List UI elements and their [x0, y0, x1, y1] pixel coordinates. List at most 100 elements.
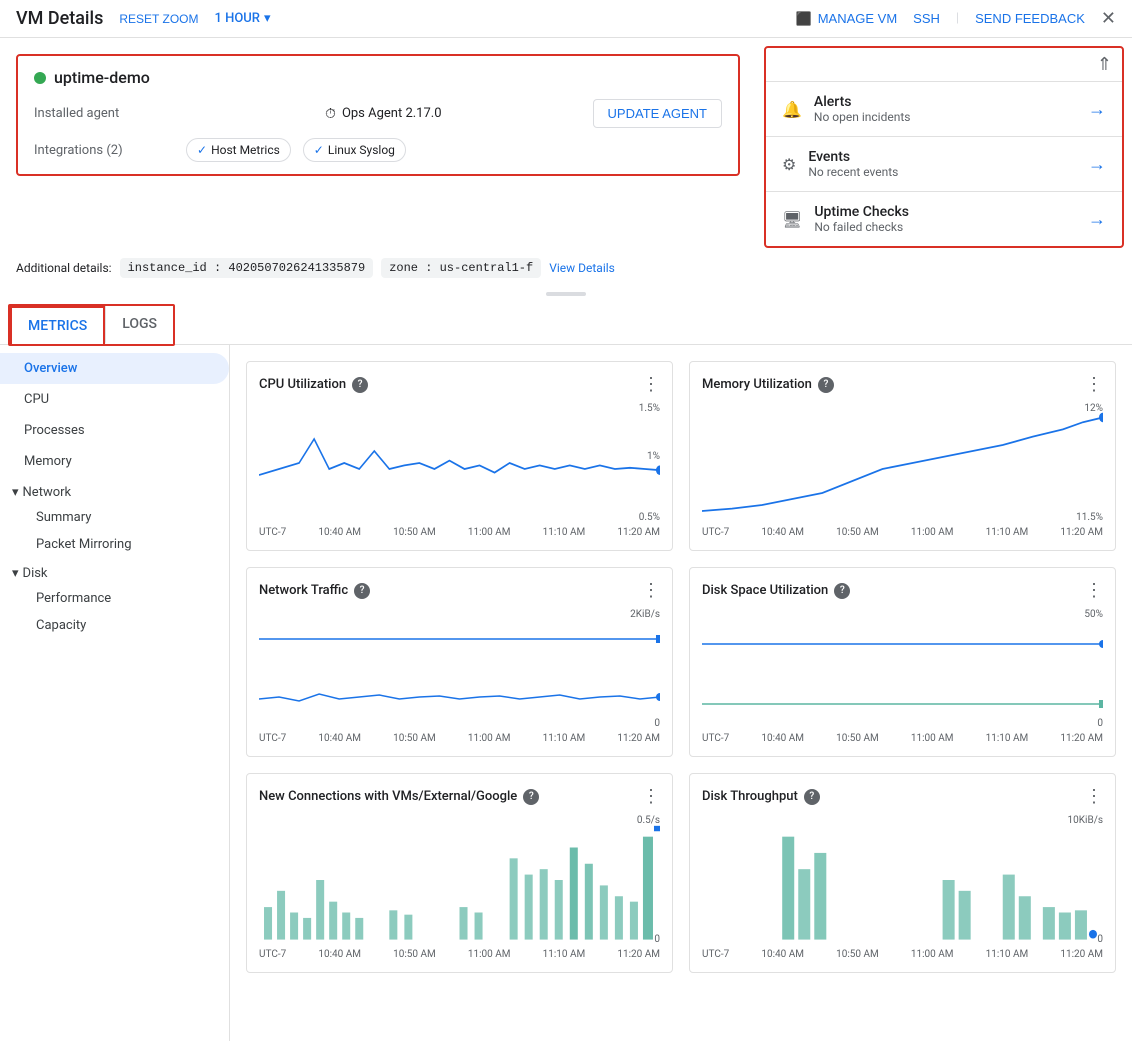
tab-metrics[interactable]: METRICS	[10, 306, 105, 344]
memory-help-icon[interactable]: ?	[818, 377, 834, 393]
resize-handle[interactable]	[546, 292, 586, 296]
status-dot	[34, 72, 46, 84]
chart-network-traffic: Network Traffic ? ⋮ 2KiB/s 0	[246, 567, 673, 757]
sidebar-group-disk[interactable]: ▾ Disk	[0, 558, 229, 585]
network-chart-svg	[259, 609, 660, 729]
alerts-title: Alerts	[814, 94, 911, 110]
agent-info: ⏱ Ops Agent 2.17.0	[325, 106, 442, 122]
tab-logs[interactable]: LOGS	[105, 306, 173, 344]
network-more-button[interactable]: ⋮	[642, 580, 660, 601]
time-selector[interactable]: 1 HOUR ▾	[215, 11, 271, 26]
check-icon-2: ✓	[314, 143, 324, 157]
sidebar-item-overview[interactable]: Overview	[0, 353, 229, 384]
connections-chart-area: 0.5/s 0	[259, 815, 660, 945]
memory-chart-area: 12% 11.5%	[702, 403, 1103, 523]
uptime-arrow[interactable]: →	[1088, 209, 1106, 230]
chevron-down-icon: ▾	[264, 11, 271, 26]
events-arrow[interactable]: →	[1088, 154, 1106, 175]
expand-icon-network: ▾	[12, 485, 19, 500]
instance-id-chip: instance_id : 4020507026241335879	[120, 258, 374, 278]
sidebar-subitem-summary[interactable]: Summary	[0, 504, 229, 531]
cpu-y-bot: 0.5%	[639, 512, 660, 523]
cpu-help-icon[interactable]: ?	[352, 377, 368, 393]
disk-more-button[interactable]: ⋮	[1085, 580, 1103, 601]
page-title: VM Details	[16, 8, 103, 29]
sidebar-subitem-capacity[interactable]: Capacity	[0, 612, 229, 639]
ssh-button[interactable]: SSH	[913, 11, 940, 26]
agent-row: Installed agent ⏱ Ops Agent 2.17.0 UPDAT…	[34, 99, 722, 128]
view-details-link[interactable]: View Details	[549, 261, 615, 275]
chart-disk-throughput: Disk Throughput ? ⋮ 10KiB/s 0	[689, 773, 1116, 973]
cpu-chart-svg	[259, 403, 660, 523]
network-chart-labels: UTC-710:40 AM10:50 AM11:00 AM11:10 AM11:…	[259, 733, 660, 744]
chart-disk-space: Disk Space Utilization ? ⋮ 50% 0	[689, 567, 1116, 757]
reset-zoom-button[interactable]: RESET ZOOM	[119, 12, 198, 26]
cpu-y-top: 1.5%	[639, 403, 660, 414]
sidebar-subitem-performance[interactable]: Performance	[0, 585, 229, 612]
send-feedback-button[interactable]: SEND FEEDBACK	[975, 11, 1085, 26]
network-chart-area: 2KiB/s 0	[259, 609, 660, 729]
throughput-help-icon[interactable]: ?	[804, 789, 820, 805]
throughput-y-bot: 0	[1097, 934, 1103, 945]
events-subtitle: No recent events	[808, 165, 898, 179]
chart-memory-title: Memory Utilization	[702, 377, 812, 392]
connections-help-icon[interactable]: ?	[523, 789, 539, 805]
integration-label-syslog: Linux Syslog	[328, 143, 395, 157]
vm-icon: ⬛	[796, 11, 812, 27]
right-panel-header: ⇑	[766, 48, 1122, 81]
events-item[interactable]: ⚙ Events No recent events →	[766, 136, 1122, 191]
alerts-item[interactable]: 🔔 Alerts No open incidents →	[766, 81, 1122, 136]
cpu-chart-labels: UTC-710:40 AM10:50 AM11:00 AM11:10 AM11:…	[259, 527, 660, 538]
disk-y-top: 50%	[1084, 609, 1103, 620]
top-section: uptime-demo Installed agent ⏱ Ops Agent …	[0, 38, 1132, 248]
integrations-row: Integrations (2) ✓ Host Metrics ✓ Linux …	[34, 138, 722, 162]
chart-throughput-title: Disk Throughput	[702, 789, 798, 804]
sidebar-item-processes[interactable]: Processes	[0, 415, 229, 446]
vm-name-row: uptime-demo	[34, 68, 722, 87]
chart-disk-title: Disk Space Utilization	[702, 583, 828, 598]
top-bar-left: VM Details RESET ZOOM 1 HOUR ▾	[16, 8, 271, 29]
right-panel: ⇑ 🔔 Alerts No open incidents → ⚙ Events …	[764, 46, 1124, 248]
integrations-label: Integrations (2)	[34, 143, 174, 158]
memory-y-top: 12%	[1084, 403, 1103, 414]
connections-y-bot: 0	[654, 934, 660, 945]
disk-chart-area: 50% 0	[702, 609, 1103, 729]
additional-label: Additional details:	[16, 261, 112, 275]
cpu-more-button[interactable]: ⋮	[642, 374, 660, 395]
throughput-y-top: 10KiB/s	[1068, 815, 1103, 826]
chart-cpu-title: CPU Utilization	[259, 377, 346, 392]
sidebar-group-network[interactable]: ▾ Network	[0, 477, 229, 504]
sidebar: Overview CPU Processes Memory ▾ Network …	[0, 345, 230, 1041]
disk-help-icon[interactable]: ?	[834, 583, 850, 599]
sidebar-subitem-packet-mirroring[interactable]: Packet Mirroring	[0, 531, 229, 558]
vm-name: uptime-demo	[54, 68, 150, 87]
top-bar: VM Details RESET ZOOM 1 HOUR ▾ ⬛ MANAGE …	[0, 0, 1132, 38]
sidebar-item-cpu[interactable]: CPU	[0, 384, 229, 415]
gear-icon: ⚙	[782, 155, 796, 174]
update-agent-button[interactable]: UPDATE AGENT	[593, 99, 722, 128]
memory-more-button[interactable]: ⋮	[1085, 374, 1103, 395]
throughput-more-button[interactable]: ⋮	[1085, 786, 1103, 807]
sidebar-item-memory[interactable]: Memory	[0, 446, 229, 477]
alerts-arrow[interactable]: →	[1088, 99, 1106, 120]
manage-vm-button[interactable]: ⬛ MANAGE VM	[796, 11, 898, 27]
monitor-icon: 🖥	[782, 210, 802, 229]
bell-icon: 🔔	[782, 100, 802, 119]
disk-chart-labels: UTC-710:40 AM10:50 AM11:00 AM11:10 AM11:…	[702, 733, 1103, 744]
charts-area: CPU Utilization ? ⋮ 1.5% 1% 0.5% UTC-710…	[230, 345, 1132, 1041]
integration-label-host: Host Metrics	[211, 143, 280, 157]
network-help-icon[interactable]: ?	[354, 583, 370, 599]
chart-network-title: Network Traffic	[259, 583, 348, 598]
close-button[interactable]: ✕	[1101, 8, 1116, 29]
content-area: Overview CPU Processes Memory ▾ Network …	[0, 345, 1132, 1041]
connections-more-button[interactable]: ⋮	[642, 786, 660, 807]
throughput-chart-svg	[702, 815, 1103, 945]
disk-chart-svg	[702, 609, 1103, 729]
network-y-bot: 0	[654, 718, 660, 729]
throughput-chart-labels: UTC-710:40 AM10:50 AM11:00 AM11:10 AM11:…	[702, 949, 1103, 960]
uptime-subtitle: No failed checks	[814, 220, 909, 234]
uptime-checks-item[interactable]: 🖥 Uptime Checks No failed checks →	[766, 191, 1122, 246]
agent-label: Installed agent	[34, 106, 174, 121]
connections-chart-labels: UTC-710:40 AM10:50 AM11:00 AM11:10 AM11:…	[259, 949, 660, 960]
collapse-button[interactable]: ⇑	[1097, 54, 1112, 75]
